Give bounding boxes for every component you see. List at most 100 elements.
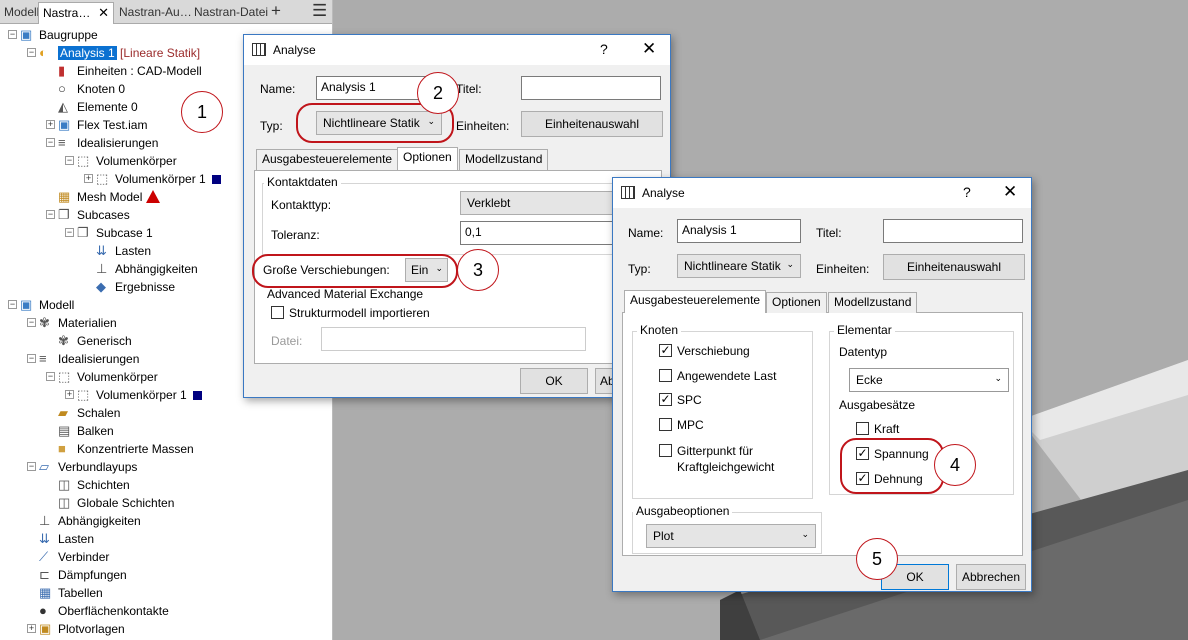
tree-item[interactable]: ⟋ Verbinder [0,548,333,566]
tree-item-label: Flex Test.iam [77,116,147,134]
tree-item-label: Globale Schichten [77,494,174,512]
results-icon: ◆ [96,279,106,294]
einheitenauswahl-button[interactable]: Einheitenauswahl [521,111,663,137]
close-button[interactable]: ✕ [642,39,656,59]
idealization-icon: ≡ [39,351,47,366]
help-button[interactable]: ? [963,184,971,200]
tree-item[interactable]: ⊥ Abhängigkeiten [0,512,333,530]
tab-modell[interactable]: Modell [0,2,43,24]
tree-item-label: Volumenkörper 1 [115,170,221,188]
collapse-icon[interactable]: − [46,210,55,219]
expand-icon[interactable]: + [65,390,74,399]
tree-item[interactable]: ■ Konzentrierte Massen [0,440,333,458]
tab-optionen[interactable]: Optionen [766,292,827,313]
close-icon[interactable]: ✕ [98,3,109,23]
einheitenauswahl-button[interactable]: Einheitenauswahl [883,254,1025,280]
highlight-grosse-verschiebungen [252,254,458,288]
collapse-icon[interactable]: − [65,156,74,165]
tree-item-text: Balken [77,424,114,438]
tab-modellzustand[interactable]: Modellzustand [459,149,549,170]
collapse-icon[interactable]: − [27,48,36,57]
kraft-label: Kraft [874,422,900,436]
titel-input[interactable] [883,219,1023,243]
help-button[interactable]: ? [600,41,608,57]
collapse-icon[interactable]: − [27,354,36,363]
add-tab-icon[interactable]: + [267,2,285,24]
tree-item[interactable]: ⊏ Dämpfungen [0,566,333,584]
tree-item-text: Abhängigkeiten [115,262,198,276]
tree-item-text: Abhängigkeiten [58,514,141,528]
tree-item-text: Materialien [58,316,117,330]
abbrechen-button[interactable]: Abbrechen [956,564,1026,590]
layer-icon: ◫ [58,495,71,510]
close-button[interactable]: ✕ [1003,182,1017,202]
dialog-title: Analyse [273,43,316,57]
tree-item[interactable]: ◫ Globale Schichten [0,494,333,512]
tree-item-text: Lasten [115,244,152,258]
collapse-icon[interactable]: − [8,300,17,309]
tab-nastran-au[interactable]: Nastran-Au… [115,2,196,24]
beam-icon: ▤ [58,423,71,438]
chevron-down-icon: ⌄ [801,529,809,539]
tree-item[interactable]: ● Oberflächenkontakte [0,602,333,620]
material-icon: ✾ [39,315,50,330]
dialog-icon [621,186,635,199]
tree-item-label: Plotvorlagen [58,620,125,638]
collapse-icon[interactable]: − [27,462,36,471]
tree-item[interactable]: ▰ Schalen [0,404,333,422]
name-input[interactable]: Analysis 1 [316,76,426,100]
menu-icon[interactable]: ☰ [308,2,331,24]
tree-item[interactable]: − ▱ Verbundlayups [0,458,333,476]
datentyp-select[interactable]: Ecke ⌄ [849,368,1009,392]
gitterpunkt-checkbox[interactable] [659,444,672,457]
datei-input[interactable] [321,327,586,351]
tree-item[interactable]: ▤ Balken [0,422,333,440]
collapse-icon[interactable]: − [46,372,55,381]
name-input[interactable]: Analysis 1 [677,219,801,243]
datentyp-value: Ecke [856,373,883,387]
idealization-icon: ≡ [58,135,66,150]
expand-icon[interactable]: + [27,624,36,633]
ok-button[interactable]: OK [520,368,588,394]
collapse-icon[interactable]: − [8,30,17,39]
strukturmodell-checkbox[interactable] [271,306,284,319]
tab-ausgabesteuerelemente[interactable]: Ausgabesteuerelemente [256,149,399,170]
ausgabeoptionen-select[interactable]: Plot ⌄ [646,524,816,548]
typ-select[interactable]: Nichtlineare Statik ⌄ [677,254,801,278]
tree-item-label: Subcases [77,206,130,224]
tab-modellzustand[interactable]: Modellzustand [828,292,918,313]
tree-item[interactable]: + ▣ Plotvorlagen [0,620,333,638]
tree-item[interactable]: ⇊ Lasten [0,530,333,548]
collapse-icon[interactable]: − [27,318,36,327]
kraft-checkbox[interactable] [856,422,869,435]
tree-item[interactable]: ▦ Tabellen [0,584,333,602]
tab-optionen[interactable]: Optionen [397,147,458,170]
titel-input[interactable] [521,76,661,100]
tab-ausgabesteuerelemente[interactable]: Ausgabesteuerelemente [624,290,767,313]
spc-checkbox[interactable]: ✓ [659,393,672,406]
titel-label: Titel: [456,82,482,96]
tree-item-text: Volumenkörper 1 [115,172,206,186]
analysis-type-suffix: [Lineare Statik] [116,46,201,60]
collapse-icon[interactable]: − [65,228,74,237]
tree-item[interactable]: ◫ Schichten [0,476,333,494]
mpc-checkbox[interactable] [659,418,672,431]
tree-item-label: Schichten [77,476,130,494]
typ-label: Typ: [260,119,283,133]
solid-icon: ⬚ [77,387,90,402]
spc-label: SPC [677,393,702,407]
contact-icon: ● [39,603,47,618]
verschiebung-checkbox[interactable]: ✓ [659,344,672,357]
angewendete-last-checkbox[interactable] [659,369,672,382]
ausgabeoptionen-value: Plot [653,529,674,543]
expand-icon[interactable]: + [46,120,55,129]
expand-icon[interactable]: + [84,174,93,183]
tab-nastran-datei[interactable]: Nastran-Datei [190,2,272,24]
highlight-ausgabesaetze [840,438,944,494]
tree-item-label: Generisch [77,332,132,350]
collapse-icon[interactable]: − [46,138,55,147]
plot-icon: ▣ [39,621,52,636]
callout-5: 5 [856,538,898,580]
tree-item-text: Idealisierungen [77,136,159,150]
tab-nastran-active[interactable]: Nastra… ✕ [38,2,114,24]
